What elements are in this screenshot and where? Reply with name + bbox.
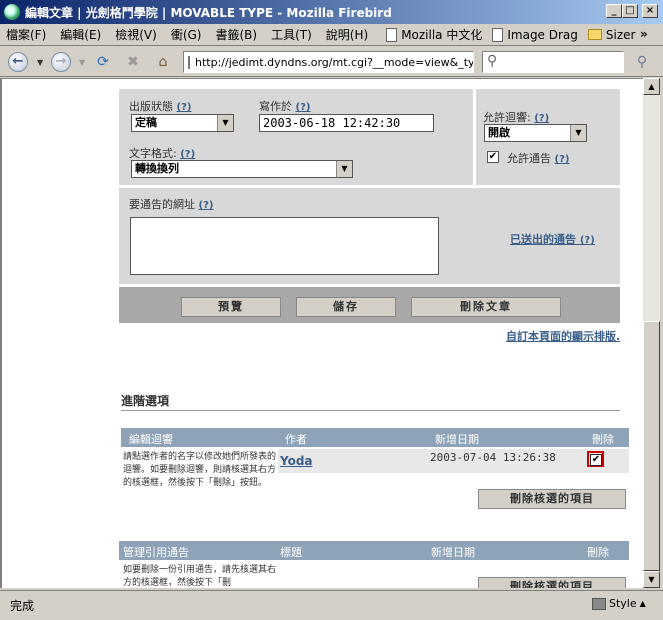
- ping-urls-label: 要通告的網址 (?): [129, 198, 214, 211]
- navigation-toolbar: ← ▼ → ▼ ⟳ ✖ ⌂ http://jedimt.dyndns.org/m…: [0, 47, 663, 77]
- menu-go[interactable]: 衝(G): [171, 26, 202, 43]
- url-text: http://jedimt.dyndns.org/mt.cgi?__mode=v…: [195, 55, 474, 69]
- trackbacks-help-text: 如要刪除一份引用通告，請先核選其右方的核選框，然後按下「刪: [123, 565, 277, 588]
- format-help-link[interactable]: (?): [180, 149, 195, 160]
- status-value: 定稿: [135, 116, 157, 129]
- style-switcher[interactable]: Style ▲: [592, 597, 646, 610]
- status-bar: 完成 Style ▲: [0, 590, 663, 620]
- bookmark-image-drag[interactable]: Image Drag: [492, 27, 578, 42]
- advanced-options-title: 進階選項: [121, 394, 170, 408]
- delete-comment-checkbox[interactable]: ✔: [590, 454, 602, 466]
- bookmark-mozilla-zh[interactable]: Mozilla 中文化: [386, 26, 482, 43]
- sent-pings-link[interactable]: 已送出的通告 (?): [510, 231, 595, 247]
- search-icon: ⚲: [487, 53, 498, 69]
- title-bar: 編輯文章 | 光劍格鬥學院 | MOVABLE TYPE - Mozilla F…: [0, 0, 663, 24]
- delete-checked-comments-button[interactable]: 刪除核選的項目: [478, 489, 626, 509]
- menu-edit[interactable]: 編輯(E): [60, 26, 101, 43]
- minimize-button[interactable]: _: [606, 4, 622, 18]
- chevron-up-icon: ▲: [639, 599, 646, 608]
- url-bar[interactable]: http://jedimt.dyndns.org/mt.cgi?__mode=v…: [183, 51, 474, 73]
- forward-history-dropdown-icon[interactable]: ▼: [79, 58, 85, 67]
- page-content: 出版狀態 (?) 定稿 ▼ 寫作於 (?) 2003-06-18 12:42:30…: [0, 78, 643, 588]
- status-help-link[interactable]: (?): [177, 102, 192, 113]
- folder-icon: [587, 29, 602, 40]
- bookmarks-overflow-chevron[interactable]: »: [640, 27, 648, 41]
- bookmark-label: Image Drag: [507, 27, 578, 42]
- firebird-icon: [4, 4, 20, 20]
- col-author: 作者: [285, 433, 307, 446]
- save-button[interactable]: 儲存: [296, 297, 396, 317]
- window-title: 編輯文章 | 光劍格鬥學院 | MOVABLE TYPE - Mozilla F…: [25, 5, 392, 20]
- divider: [121, 410, 620, 411]
- menu-view[interactable]: 檢視(V): [115, 26, 157, 43]
- written-date-field[interactable]: 2003-06-18 12:42:30: [259, 114, 434, 132]
- col-date: 新增日期: [435, 433, 479, 446]
- home-icon[interactable]: ⌂: [153, 52, 173, 72]
- comments-table-header: 編輯迴響 作者 新增日期 刪除: [121, 428, 629, 447]
- delete-checked-trackbacks-button[interactable]: 刪除核選的項目: [478, 577, 626, 588]
- scroll-thumb[interactable]: [643, 321, 660, 571]
- allow-pings-checkbox[interactable]: ✔: [487, 151, 499, 163]
- customize-display-link[interactable]: 自訂本頁面的顯示排版.: [506, 328, 620, 344]
- format-label: 文字格式: (?): [129, 147, 196, 160]
- col-delete: 刪除: [587, 546, 609, 559]
- scroll-up-button[interactable]: ▲: [643, 78, 660, 95]
- status-text: 完成: [10, 599, 35, 613]
- format-value: 轉換換列: [135, 162, 179, 175]
- ping-urls-help-link[interactable]: (?): [199, 200, 214, 211]
- search-input[interactable]: ⚲: [482, 51, 624, 73]
- allow-comments-label: 允許迴響: (?): [483, 111, 550, 124]
- bookmark-sizer[interactable]: Sizer: [587, 27, 636, 42]
- col-edit-comments: 編輯迴響: [129, 433, 173, 446]
- vertical-scrollbar[interactable]: ▲ ▼: [643, 78, 660, 588]
- menu-help[interactable]: 說明(H): [326, 26, 368, 43]
- allow-pings-label: 允許通告 (?): [507, 152, 570, 165]
- allow-comments-select[interactable]: 開啟 ▼: [484, 124, 587, 142]
- sent-pings-help-link[interactable]: (?): [580, 235, 595, 246]
- comments-help-text: 請點選作者的名字以修改她們所發表的迴響。如要刪除迴響，則請核選其右方的核選框，然…: [123, 452, 277, 488]
- page-icon: [188, 55, 190, 69]
- status-label: 出版狀態 (?): [129, 100, 192, 113]
- allow-comments-value: 開啟: [488, 126, 510, 139]
- preview-button[interactable]: 預覽: [181, 297, 281, 317]
- printer-icon: [592, 597, 606, 610]
- page-icon: [492, 27, 504, 42]
- chevron-down-icon: ▼: [336, 161, 352, 177]
- allow-pings-help-link[interactable]: (?): [555, 154, 570, 165]
- back-history-dropdown-icon[interactable]: ▼: [37, 58, 43, 67]
- scroll-down-button[interactable]: ▼: [643, 571, 660, 588]
- ping-urls-textarea[interactable]: [130, 217, 439, 275]
- menu-bar: 檔案(F) 編輯(E) 檢視(V) 衝(G) 書籤(B) 工具(T) 說明(H)…: [0, 24, 663, 46]
- written-help-link[interactable]: (?): [296, 102, 311, 113]
- chevron-down-icon: ▼: [217, 115, 233, 131]
- menu-file[interactable]: 檔案(F): [6, 26, 46, 43]
- chevron-down-icon: ▼: [570, 125, 586, 141]
- bookmark-label: Sizer: [605, 27, 636, 42]
- col-delete: 刪除: [592, 433, 614, 446]
- bookmark-label: Mozilla 中文化: [401, 28, 483, 42]
- allow-comments-help-link[interactable]: (?): [534, 113, 549, 124]
- status-select[interactable]: 定稿 ▼: [131, 114, 234, 132]
- format-select[interactable]: 轉換換列 ▼: [131, 160, 353, 178]
- delete-entry-button[interactable]: 刪除文章: [411, 297, 561, 317]
- col-title: 標題: [280, 546, 302, 559]
- back-button[interactable]: ←: [8, 52, 28, 72]
- forward-button[interactable]: →: [51, 52, 71, 72]
- col-manage-trackbacks: 管理引用通告: [123, 546, 189, 559]
- menu-bookmarks[interactable]: 書籤(B): [215, 26, 257, 43]
- throbber-icon: ⚲: [636, 54, 648, 70]
- reload-icon[interactable]: ⟳: [93, 52, 113, 72]
- comment-date: 2003-07-04 13:26:38: [430, 451, 556, 464]
- written-label: 寫作於 (?): [259, 100, 311, 113]
- page-icon: [386, 27, 398, 42]
- close-button[interactable]: ×: [642, 4, 658, 18]
- menu-tools[interactable]: 工具(T): [271, 26, 312, 43]
- col-date: 新增日期: [431, 546, 475, 559]
- trackbacks-table-header: 管理引用通告 標題 新增日期 刪除: [119, 541, 629, 560]
- comment-author-link[interactable]: Yoda: [280, 454, 313, 468]
- stop-icon[interactable]: ✖: [123, 52, 143, 72]
- maximize-button[interactable]: □: [622, 4, 638, 18]
